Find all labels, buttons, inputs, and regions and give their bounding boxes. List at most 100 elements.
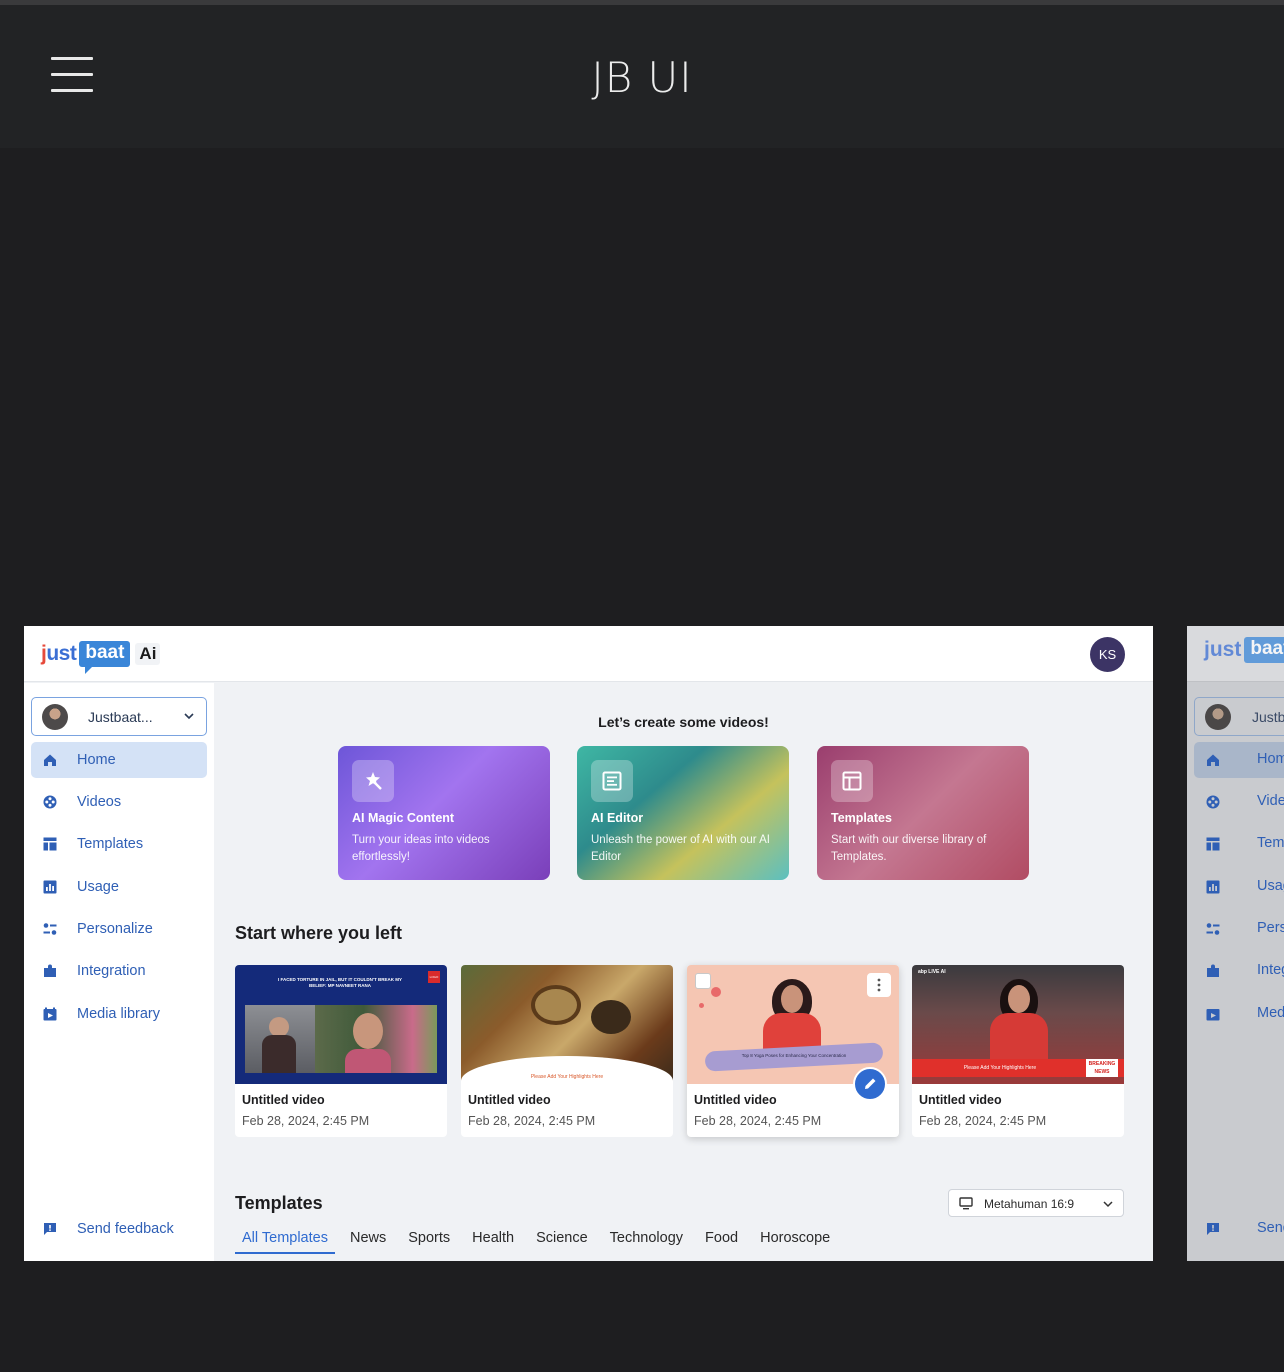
logo-just: just [1204,638,1242,661]
video-card[interactable]: I FACED TORTURE IN JAIL, BUT IT COULDN'T… [235,965,447,1137]
media-library-icon [43,1007,57,1021]
tab-health[interactable]: Health [465,1228,521,1254]
sidebar-item-personalize: Persor [1194,911,1284,947]
workspace-selector: Justb [1194,697,1284,736]
thumbnail-caption: Please Add Your Highlights Here [530,1074,604,1080]
sidebar-item-label: Media library [77,1006,160,1022]
sidebar-item-templates[interactable]: Templates [31,826,207,862]
recent-section-title: Start where you left [235,923,403,943]
thumbnail-caption: Top 8 Yoga Poses for Enhancing Your Conc… [741,1053,847,1058]
video-thumbnail: Please Add Your Highlights Here [461,965,673,1084]
sidebar-item-label: Persor [1257,920,1284,936]
bar-chart-icon [43,880,57,894]
card-title: AI Magic Content [352,811,455,825]
sliders-icon [43,923,57,935]
feedback-icon [1207,1223,1219,1235]
sidebar-item-label: Videos [1257,793,1284,809]
sidebar-item-label: Home [77,752,116,768]
thumbnail-caption: Please Add Your Highlights Here [963,1065,1037,1071]
tab-sports[interactable]: Sports [401,1228,457,1254]
sidebar-item-label: Personalize [77,921,153,937]
ai-magic-content-card[interactable]: AI Magic Content Turn your ideas into vi… [338,746,550,880]
sidebar-item-home: Home [1194,742,1284,778]
video-date: Feb 28, 2024, 2:45 PM [694,1114,822,1128]
workspace-name: Justb [1252,709,1284,725]
sidebar-item-media-library[interactable]: Media library [31,996,207,1032]
sidebar-item-templates: Templa [1194,826,1284,862]
tab-science[interactable]: Science [529,1228,595,1254]
card-description: Start with our diverse library of Templa… [831,834,987,863]
chevron-down-icon [1103,1201,1113,1208]
send-feedback-label: Send feedback [77,1221,174,1237]
tab-horoscope[interactable]: Horoscope [753,1228,837,1254]
send-feedback-label: Send f [1257,1220,1284,1236]
thumbnail-headline: I FACED TORTURE IN JAIL, BUT IT COULDN'T… [278,977,402,988]
film-reel-icon [1206,795,1220,809]
editor-icon [591,760,633,802]
app-title: JB UI [591,53,693,102]
sidebar-item-usage[interactable]: Usage [31,869,207,905]
sidebar-item-home[interactable]: Home [31,742,207,778]
workspace-selector[interactable]: Justbaat... [31,697,207,736]
templates-card[interactable]: Templates Start with our diverse library… [817,746,1029,880]
user-avatar[interactable]: KS [1090,637,1125,672]
film-reel-icon [43,795,57,809]
breaking-news-badge: BREAKING NEWS [1086,1059,1118,1077]
format-select[interactable]: Metahuman 16:9 [948,1189,1124,1217]
video-date: Feb 28, 2024, 2:45 PM [242,1114,370,1128]
format-select-value: Metahuman 16:9 [984,1197,1075,1211]
video-card[interactable]: abp LIVE AI Please Add Your Highlights H… [912,965,1124,1137]
tab-news[interactable]: News [343,1228,393,1254]
sliders-icon [1206,923,1220,935]
template-category-tabs: All Templates News Sports Health Science… [235,1228,845,1254]
home-icon [1207,754,1219,766]
sidebar-item-videos[interactable]: Videos [31,784,207,820]
video-title: Untitled video [242,1093,325,1107]
video-card[interactable]: Top 8 Yoga Poses for Enhancing Your Conc… [687,965,899,1137]
video-title: Untitled video [468,1093,551,1107]
dashboard-header: just baat Ai KS [24,626,1153,682]
home-icon [44,754,56,766]
sidebar-item-personalize[interactable]: Personalize [31,911,207,947]
monitor-icon [959,1197,973,1210]
logo-ai: Ai [135,643,161,665]
magic-wand-icon [352,760,394,802]
sidebar-item-label: Media [1257,1005,1284,1021]
tab-food[interactable]: Food [698,1228,745,1254]
sidebar-item-videos: Videos [1194,784,1284,820]
card-title: Templates [831,811,892,825]
sidebar: Justbaat... Home Videos Templates Usage … [24,683,214,1261]
send-feedback-button: Send f [1194,1211,1284,1247]
templates-section-title: Templates [235,1193,323,1213]
ai-editor-card[interactable]: AI Editor Unleash the power of AI with o… [577,746,789,880]
video-date: Feb 28, 2024, 2:45 PM [468,1114,596,1128]
tab-all-templates[interactable]: All Templates [235,1228,335,1254]
justbaat-logo: just baat [1204,637,1284,663]
justbaat-logo[interactable]: just baat Ai [41,637,161,674]
edit-pencil-icon[interactable] [853,1067,887,1101]
next-preview-frame[interactable]: just baat Justb Home Videos Templa Usage… [1187,626,1284,1261]
sidebar-item-label: Usage [77,879,119,895]
sidebar-item-label: Templa [1257,835,1284,851]
ghost-header: just baat [1187,626,1284,682]
tab-technology[interactable]: Technology [603,1228,690,1254]
dashboard-preview: just baat Ai KS Justbaat... Home Videos … [24,626,1153,1261]
interview-photo [315,1005,437,1073]
logo-just: just [41,642,77,665]
cta-title: Let’s create some videos! [598,714,769,730]
more-options-icon[interactable] [867,973,891,997]
template-layout-icon [831,760,873,802]
card-description: Unleash the power of AI with our AI Edit… [591,834,770,863]
sidebar-item-label: Integra [1257,962,1284,978]
puzzle-icon [44,964,56,977]
send-feedback-button[interactable]: Send feedback [31,1211,207,1247]
video-title: Untitled video [919,1093,1002,1107]
layout-icon [43,837,57,851]
puzzle-icon [1207,964,1219,977]
sidebar-item-label: Videos [77,794,122,810]
select-checkbox[interactable] [695,973,711,989]
video-card[interactable]: Please Add Your Highlights Here Untitled… [461,965,673,1137]
layout-icon [1206,837,1220,851]
sidebar-item-integration[interactable]: Integration [31,953,207,989]
sidebar-item-label: Usage [1257,878,1284,894]
